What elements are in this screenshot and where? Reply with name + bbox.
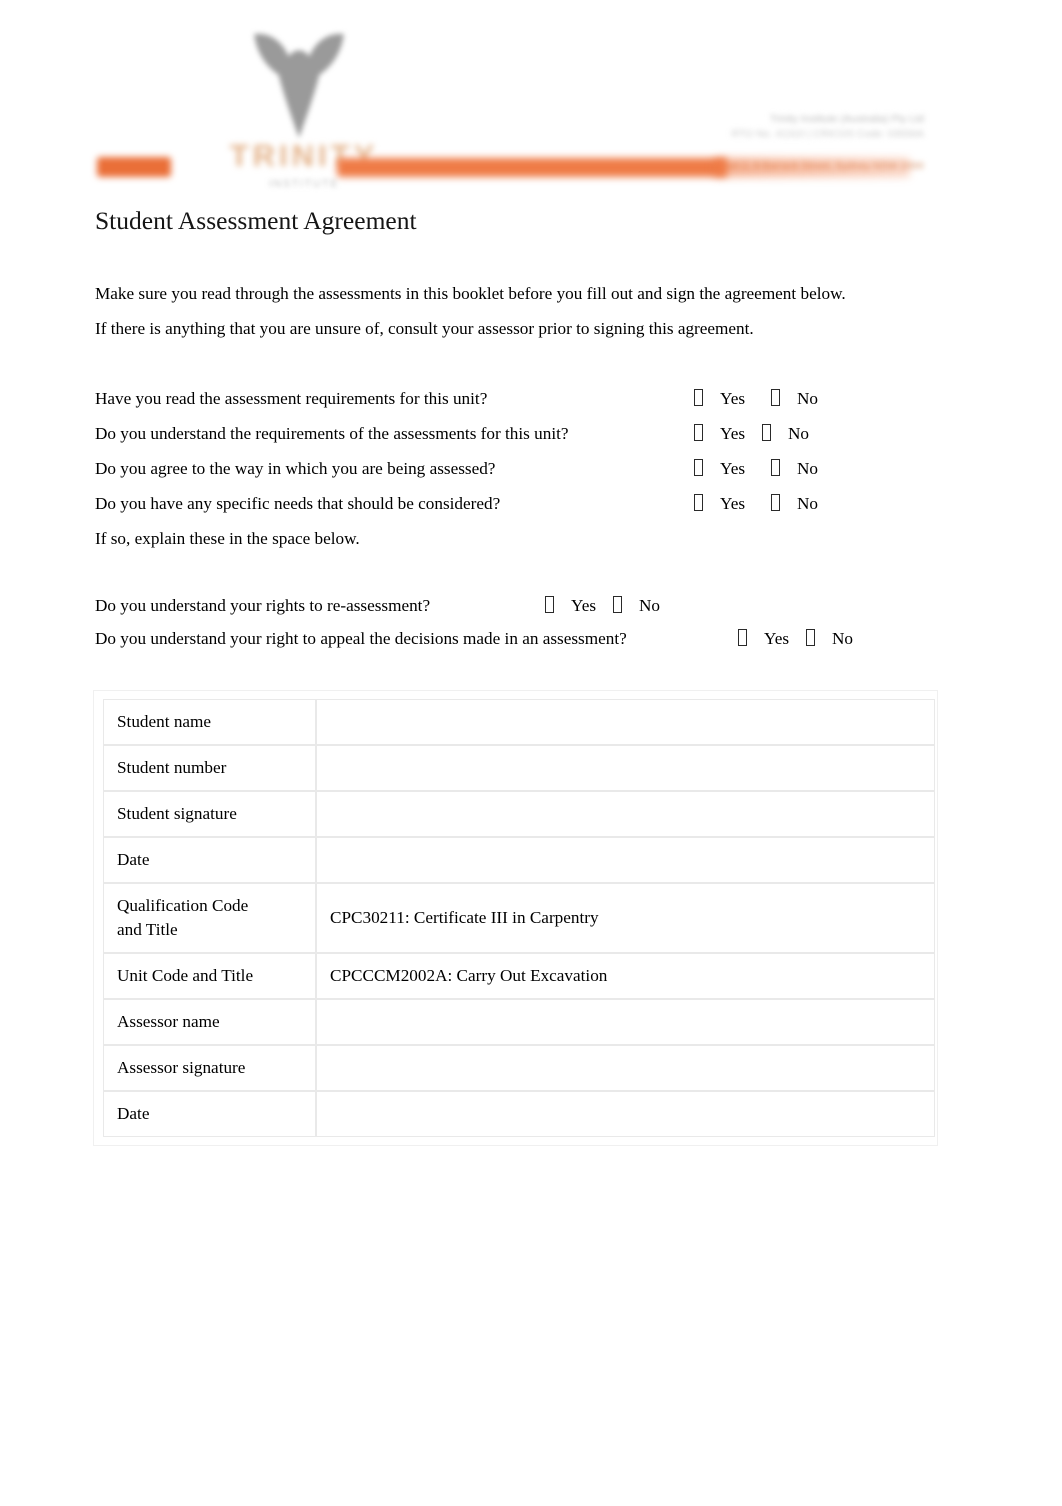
question-row: Do you have any specific needs that shou… <box>95 486 925 521</box>
option-label-yes: Yes <box>720 424 746 443</box>
table-row: Assessor name <box>103 999 935 1045</box>
question-options: Yes No <box>694 416 809 451</box>
checkbox-no-icon[interactable] <box>771 494 781 511</box>
row-label: Unit Code and Title <box>103 953 316 999</box>
option-label-no: No <box>639 596 661 615</box>
logo-tagline: INSTITUTE <box>268 178 340 190</box>
option-label-no: No <box>788 424 810 443</box>
option-label-no: No <box>797 494 819 513</box>
checkbox-yes-icon[interactable] <box>694 459 703 476</box>
question-text: Do you agree to the way in which you are… <box>95 459 496 478</box>
header-contact-line-2: RTO No. 41310 | CRICOS Code: 03556A <box>731 128 924 140</box>
table-row: Assessor signature <box>103 1045 935 1091</box>
row-label: Student number <box>103 745 316 791</box>
checkbox-yes-icon[interactable] <box>738 629 747 646</box>
row-label: Date <box>103 1091 316 1137</box>
question-row: Do you agree to the way in which you are… <box>95 451 925 486</box>
checkbox-no-icon[interactable] <box>771 389 781 406</box>
option-label-no: No <box>832 629 854 648</box>
question-options: Yes No <box>694 486 818 521</box>
table-row: Date <box>103 1091 935 1137</box>
question-row: Do you understand your rights to re-asse… <box>95 589 925 622</box>
student-date-field[interactable] <box>316 837 935 883</box>
header-contact-line-1: Trinity Institute (Australia) Pty Ltd <box>769 113 924 125</box>
option-label-no: No <box>797 459 819 478</box>
question-text: Do you understand your right to appeal t… <box>95 629 627 648</box>
questions-group-2: Do you understand your rights to re-asse… <box>95 589 925 655</box>
explain-note: If so, explain these in the space below. <box>95 529 360 548</box>
intro-paragraphs: Make sure you read through the assessmen… <box>95 277 915 346</box>
row-label-line-1: Qualification Code <box>117 896 249 915</box>
student-signature-field[interactable] <box>316 791 935 837</box>
question-text: Have you read the assessment requirement… <box>95 389 488 408</box>
bull-head-logo-icon <box>244 30 354 142</box>
checkbox-no-icon[interactable] <box>806 629 816 646</box>
option-label-yes: Yes <box>720 459 746 478</box>
student-number-field[interactable] <box>316 745 935 791</box>
note-row: If so, explain these in the space below. <box>95 521 925 556</box>
question-text: Do you have any specific needs that shou… <box>95 494 501 513</box>
question-options: Yes No <box>694 381 818 416</box>
checkbox-yes-icon[interactable] <box>545 596 554 613</box>
qualification-code-field[interactable]: CPC30211: Certificate III in Carpentry <box>316 883 935 953</box>
document-header: TRINITY INSTITUTE Trinity Institute (Aus… <box>94 0 956 200</box>
question-text: Do you understand the requirements of th… <box>95 424 569 443</box>
assessor-signature-field[interactable] <box>316 1045 935 1091</box>
assessor-date-field[interactable] <box>316 1091 935 1137</box>
row-label: Assessor name <box>103 999 316 1045</box>
option-label-yes: Yes <box>764 629 790 648</box>
document-page: TRINITY INSTITUTE Trinity Institute (Aus… <box>0 0 1062 1506</box>
question-row: Do you understand the requirements of th… <box>95 416 925 451</box>
checkbox-yes-icon[interactable] <box>694 494 703 511</box>
row-label: Assessor signature <box>103 1045 316 1091</box>
table-row: Student number <box>103 745 935 791</box>
question-options: Yes No <box>545 589 660 622</box>
table-row: Qualification Code and Title CPC30211: Ce… <box>103 883 935 953</box>
question-row: Have you read the assessment requirement… <box>95 381 925 416</box>
intro-line-1: Make sure you read through the assessmen… <box>95 284 846 303</box>
checkbox-no-icon[interactable] <box>771 459 781 476</box>
agreement-table-container: Student name Student number Student sign… <box>93 690 938 1146</box>
row-label: Qualification Code and Title <box>103 883 316 953</box>
header-accent-bar-small <box>97 157 171 177</box>
assessor-name-field[interactable] <box>316 999 935 1045</box>
option-label-yes: Yes <box>720 494 746 513</box>
question-text: Do you understand your rights to re-asse… <box>95 596 431 615</box>
row-label-line-2: and Title <box>117 920 178 939</box>
agreement-table: Student name Student number Student sign… <box>103 699 935 1137</box>
table-row: Student signature <box>103 791 935 837</box>
page-title: Student Assessment Agreement <box>95 206 417 235</box>
checkbox-yes-icon[interactable] <box>694 389 703 406</box>
option-label-yes: Yes <box>720 389 746 408</box>
question-options: Yes No <box>694 451 818 486</box>
question-row: Do you understand your right to appeal t… <box>95 622 925 655</box>
row-label: Student name <box>103 699 316 745</box>
checkbox-no-icon[interactable] <box>613 596 623 613</box>
option-label-yes: Yes <box>571 596 597 615</box>
table-row: Date <box>103 837 935 883</box>
row-label: Student signature <box>103 791 316 837</box>
header-accent-bar-fade <box>714 158 910 177</box>
student-name-field[interactable] <box>316 699 935 745</box>
intro-line-2: If there is anything that you are unsure… <box>95 318 754 338</box>
table-row: Unit Code and Title CPCCCM2002A: Carry O… <box>103 953 935 999</box>
unit-code-field[interactable]: CPCCCM2002A: Carry Out Excavation <box>316 953 935 999</box>
question-options: Yes No <box>738 622 853 655</box>
option-label-no: No <box>797 389 819 408</box>
header-accent-bar-main <box>337 158 727 177</box>
questions-group-1: Have you read the assessment requirement… <box>95 381 925 556</box>
table-row: Student name <box>103 699 935 745</box>
checkbox-yes-icon[interactable] <box>694 424 703 441</box>
row-label: Date <box>103 837 316 883</box>
checkbox-no-icon[interactable] <box>762 424 772 441</box>
